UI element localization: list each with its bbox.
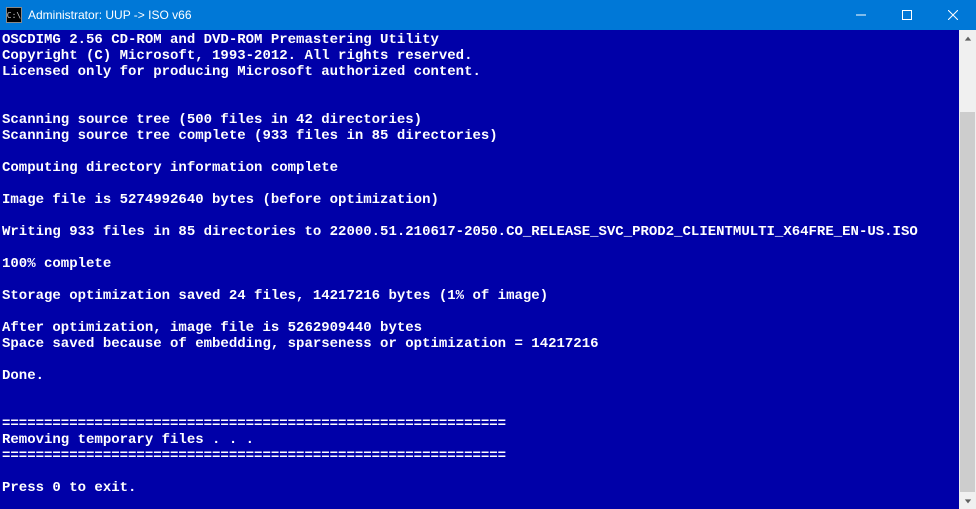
titlebar-left: C:\ Administrator: UUP -> ISO v66 — [0, 7, 192, 23]
minimize-button[interactable] — [838, 0, 884, 30]
scroll-thumb[interactable] — [960, 112, 975, 492]
window-title: Administrator: UUP -> ISO v66 — [28, 8, 192, 22]
close-button[interactable] — [930, 0, 976, 30]
titlebar[interactable]: C:\ Administrator: UUP -> ISO v66 — [0, 0, 976, 30]
cmd-icon: C:\ — [6, 7, 22, 23]
terminal-output[interactable]: OSCDIMG 2.56 CD-ROM and DVD-ROM Premaste… — [0, 30, 976, 496]
scroll-up-button[interactable] — [959, 30, 976, 47]
scroll-down-button[interactable] — [959, 492, 976, 509]
maximize-button[interactable] — [884, 0, 930, 30]
titlebar-controls — [838, 0, 976, 30]
scroll-track[interactable] — [959, 47, 976, 492]
vertical-scrollbar[interactable] — [959, 30, 976, 509]
